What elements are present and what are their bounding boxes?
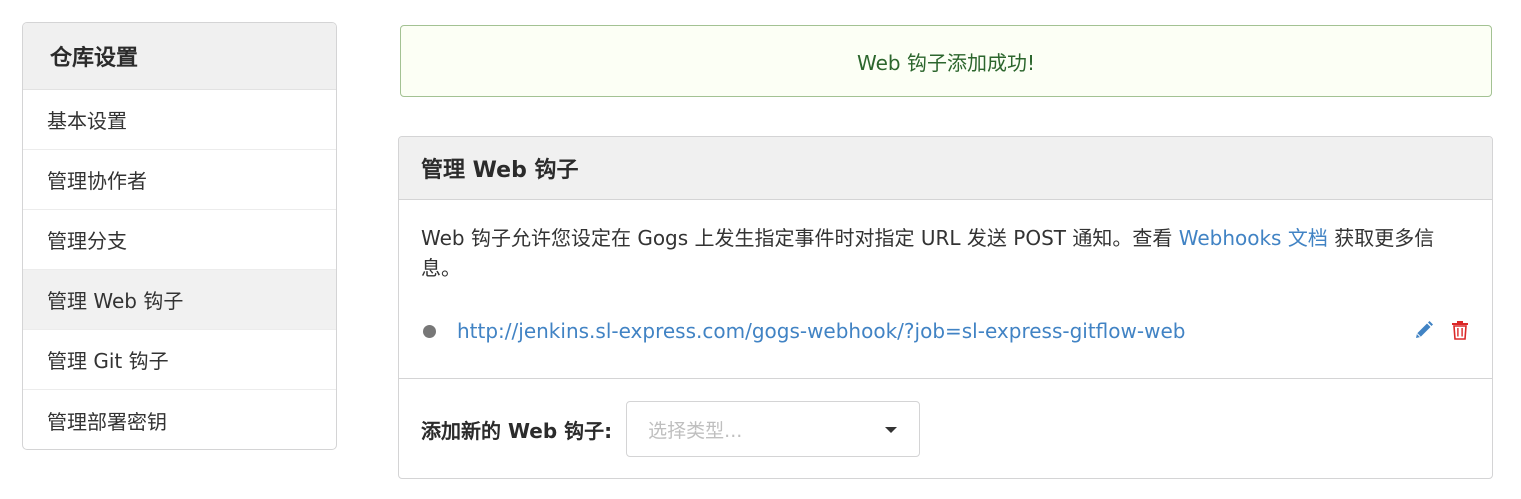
settings-sidebar: 仓库设置 基本设置 管理协作者 管理分支 管理 Web 钩子 管理 Git 钩子…: [22, 22, 337, 450]
webhooks-panel-title: 管理 Web 钩子: [399, 137, 1492, 200]
webhooks-panel: 管理 Web 钩子 Web 钩子允许您设定在 Gogs 上发生指定事件时对指定 …: [398, 136, 1493, 479]
webhook-url-link[interactable]: http://jenkins.sl-express.com/gogs-webho…: [457, 319, 1185, 343]
sidebar-item-deploy-keys[interactable]: 管理部署密钥: [23, 390, 336, 449]
webhooks-description: Web 钩子允许您设定在 Gogs 上发生指定事件时对指定 URL 发送 POS…: [421, 223, 1471, 283]
sidebar-item-branches[interactable]: 管理分支: [23, 210, 336, 270]
webhook-type-placeholder: 选择类型...: [648, 419, 743, 442]
success-message: Web 钩子添加成功!: [400, 25, 1492, 97]
webhooks-description-prefix: Web 钩子允许您设定在 Gogs 上发生指定事件时对指定 URL 发送 POS…: [421, 226, 1179, 250]
sidebar-title: 仓库设置: [23, 23, 336, 90]
success-message-text: Web 钩子添加成功!: [857, 50, 1035, 75]
pencil-icon[interactable]: [1413, 319, 1435, 341]
panel-divider: [399, 378, 1492, 379]
webhook-list-item: http://jenkins.sl-express.com/gogs-webho…: [421, 315, 1471, 347]
add-webhook-label: 添加新的 Web 钩子:: [421, 418, 613, 443]
sidebar-item-collaborators[interactable]: 管理协作者: [23, 150, 336, 210]
sidebar-item-basic-settings[interactable]: 基本设置: [23, 90, 336, 150]
sidebar-item-git-hooks[interactable]: 管理 Git 钩子: [23, 330, 336, 390]
trash-icon[interactable]: [1449, 319, 1471, 341]
webhook-actions: [1413, 319, 1471, 341]
webhook-status-dot-icon: [423, 324, 436, 338]
add-webhook-row: 添加新的 Web 钩子: 选择类型...: [421, 401, 921, 457]
webhooks-docs-link[interactable]: Webhooks 文档: [1179, 226, 1328, 250]
sidebar-item-webhooks[interactable]: 管理 Web 钩子: [23, 270, 336, 330]
caret-down-icon: [885, 427, 898, 433]
webhook-type-select[interactable]: 选择类型...: [626, 401, 921, 457]
